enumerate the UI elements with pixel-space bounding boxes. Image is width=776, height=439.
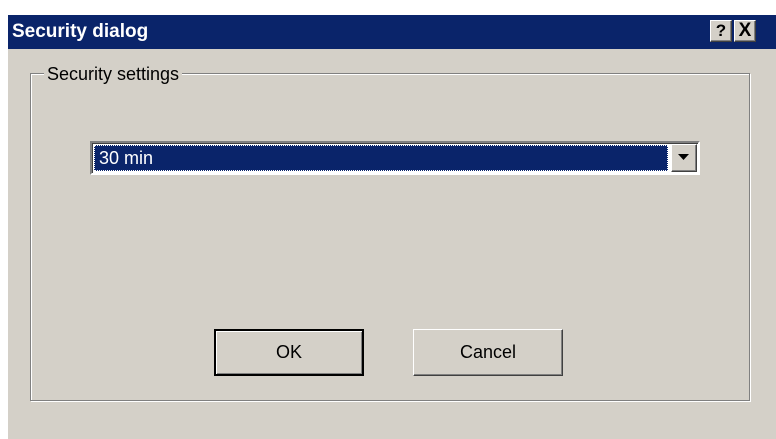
question-mark-icon: ? — [715, 21, 727, 40]
timeout-select-value[interactable]: 30 min — [94, 145, 668, 171]
chevron-down-icon — [678, 154, 689, 160]
close-button[interactable]: X — [734, 20, 756, 42]
help-button[interactable]: ? — [710, 20, 732, 42]
close-icon: X — [738, 20, 752, 41]
security-settings-group — [30, 73, 750, 401]
cancel-button[interactable]: Cancel — [413, 329, 563, 376]
ok-button[interactable]: OK — [214, 329, 364, 376]
title-bar[interactable]: Security dialog ? X — [8, 15, 776, 49]
dialog-title: Security dialog — [12, 21, 149, 42]
group-label: Security settings — [44, 63, 183, 85]
dropdown-button[interactable] — [671, 144, 697, 172]
timeout-select[interactable]: 30 min — [90, 141, 700, 175]
